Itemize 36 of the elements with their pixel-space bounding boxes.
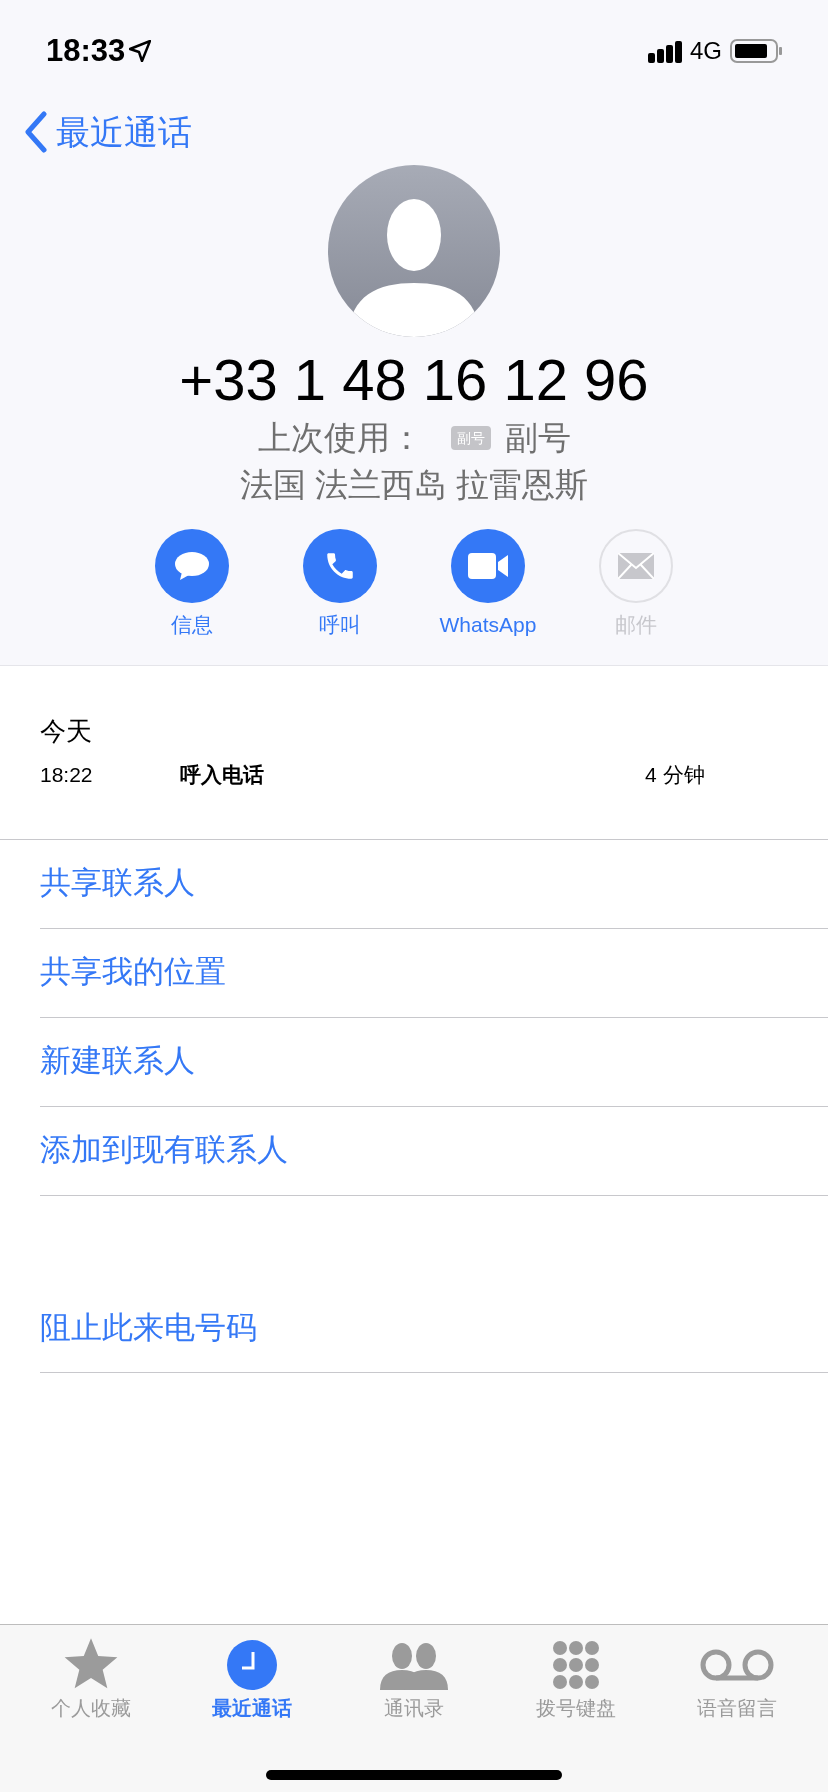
tab-item[interactable]: 最近通话 — [177, 1637, 328, 1723]
line-badge: 副号 — [450, 426, 491, 450]
location-arrow-icon — [129, 40, 152, 62]
envelope-icon — [618, 553, 654, 579]
people-icon — [380, 1640, 448, 1690]
last-used-label: 上次使用： — [257, 418, 423, 458]
contact-action-button[interactable]: 呼叫 — [286, 529, 394, 641]
status-time: 18:33 — [46, 31, 126, 70]
history-day: 今天 — [40, 711, 828, 751]
voicemail-icon — [699, 1648, 776, 1682]
option-link[interactable]: 添加到现有联系人 — [40, 1127, 288, 1174]
option-link[interactable]: 共享联系人 — [40, 860, 195, 907]
back-button[interactable]: 最近通话 — [24, 106, 192, 158]
speech-bubble-icon — [174, 550, 210, 582]
clock-icon — [227, 1640, 278, 1690]
contact-action-button[interactable]: WhatsApp — [434, 529, 542, 641]
call-type: 呼入电话 — [180, 761, 265, 788]
video-camera-icon — [468, 553, 508, 579]
line-name: 副号 — [504, 418, 571, 458]
tab-item[interactable]: 通讯录 — [339, 1637, 489, 1723]
tab-item[interactable]: 个人收藏 — [15, 1637, 166, 1723]
option-link[interactable]: 共享我的位置 — [40, 949, 226, 996]
network-type: 4G — [690, 36, 722, 66]
tab-item[interactable]: 拨号键盘 — [500, 1637, 651, 1723]
contact-action-button[interactable]: 信息 — [138, 529, 246, 641]
call-duration: 4 分钟 — [645, 761, 705, 788]
phone-number: +33 1 48 16 12 96 — [179, 346, 649, 414]
battery-icon — [730, 39, 782, 63]
call-time: 18:22 — [40, 761, 94, 788]
chevron-left-icon — [24, 111, 48, 153]
signal-icon — [648, 39, 682, 63]
block-number-link[interactable]: 阻止此来电号码 — [40, 1304, 257, 1352]
location-text: 法国 法兰西岛 拉雷恩斯 — [239, 465, 589, 505]
option-link[interactable]: 新建联系人 — [40, 1038, 195, 1085]
tab-item[interactable]: 语音留言 — [662, 1637, 813, 1723]
keypad-icon — [551, 1640, 600, 1690]
